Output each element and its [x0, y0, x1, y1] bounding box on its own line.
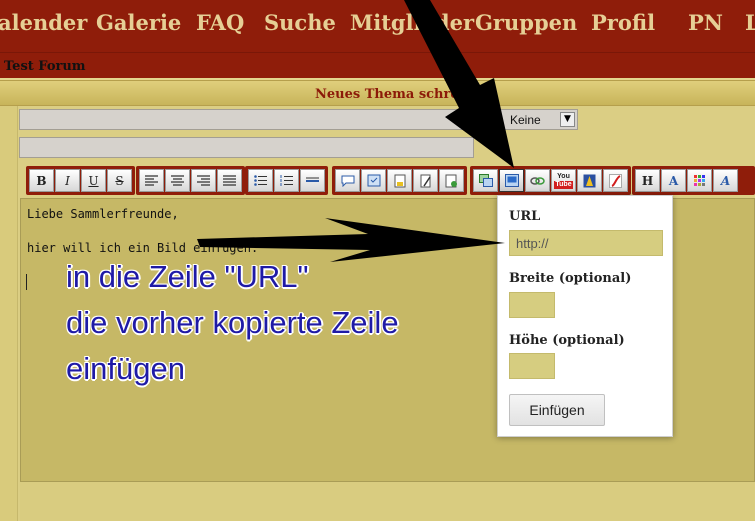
align-left-glyph — [145, 175, 158, 186]
main-navigation: alender Galerie FAQ Suche Mitglieder Gru… — [0, 0, 755, 52]
youtube-tube: Tube — [554, 180, 573, 189]
youtube-icon[interactable]: You Tube — [551, 169, 576, 192]
toolbar-list-group — [245, 166, 328, 195]
height-input[interactable] — [509, 353, 555, 379]
toolbar-format-group: B I U S — [26, 166, 135, 195]
heading-icon[interactable]: H — [635, 169, 660, 192]
php-glyph — [394, 174, 405, 187]
nav-gruppen[interactable]: Gruppen — [475, 10, 577, 35]
toolbar-align-group — [136, 166, 245, 195]
nav-pn[interactable]: PN — [688, 10, 723, 35]
text-caret — [26, 274, 27, 290]
align-right-glyph — [197, 175, 210, 186]
code-glyph — [367, 174, 380, 187]
horizontal-rule-icon[interactable] — [300, 169, 325, 192]
width-label: Breite (optional) — [509, 271, 632, 286]
user-glyph — [583, 174, 596, 187]
insert-image-dialog: URL http:// Breite (optional) Höhe (opti… — [497, 195, 673, 437]
link-icon[interactable] — [525, 169, 550, 192]
quote-glyph — [341, 175, 354, 187]
color-icon[interactable] — [687, 169, 712, 192]
width-input[interactable] — [509, 292, 555, 318]
color-glyph — [694, 175, 705, 186]
nav-profil[interactable]: Profil — [591, 10, 655, 35]
flash-icon[interactable] — [603, 169, 628, 192]
prefix-select[interactable]: Keine ▼ — [19, 109, 578, 130]
annotation-line: in die Zeile "URL" — [66, 259, 309, 294]
quote-icon[interactable] — [335, 169, 360, 192]
bullet-list-icon[interactable] — [248, 169, 273, 192]
left-column — [0, 106, 18, 521]
php-icon[interactable] — [387, 169, 412, 192]
numbered-list-glyph — [280, 175, 293, 186]
image-icon[interactable] — [499, 169, 524, 192]
title-input[interactable] — [19, 137, 474, 158]
bold-label: B — [36, 173, 47, 188]
nav-logout[interactable]: L — [745, 10, 755, 35]
image-gallery-glyph — [478, 174, 493, 187]
page-title: Neues Thema schreiben — [315, 87, 491, 102]
link-glyph — [530, 176, 545, 185]
insert-icon[interactable] — [439, 169, 464, 192]
toolbar-media-group: You Tube — [470, 166, 631, 195]
flash-glyph — [609, 173, 622, 188]
editor-footer — [20, 482, 755, 521]
edit-icon[interactable] — [413, 169, 438, 192]
code-icon[interactable] — [361, 169, 386, 192]
font-family-icon[interactable]: A — [713, 169, 738, 192]
align-center-icon[interactable] — [165, 169, 190, 192]
italic-icon[interactable]: I — [55, 169, 80, 192]
url-label: URL — [509, 209, 541, 224]
align-justify-glyph — [223, 175, 236, 186]
breadcrumb: Test Forum — [0, 52, 755, 78]
youtube-you: You — [557, 172, 570, 180]
image-glyph — [504, 174, 519, 187]
align-right-icon[interactable] — [191, 169, 216, 192]
italic-label: I — [65, 173, 70, 188]
strike-label: S — [115, 173, 124, 188]
nav-kalender[interactable]: alender — [0, 10, 87, 35]
annotation-line: einfügen — [66, 351, 185, 386]
prefix-select-value: Keine — [510, 113, 541, 127]
align-left-icon[interactable] — [139, 169, 164, 192]
annotation-line: die vorher kopierte Zeile — [66, 305, 399, 340]
font-size-icon[interactable]: A — [661, 169, 686, 192]
url-input[interactable]: http:// — [509, 230, 663, 256]
underline-label: U — [88, 173, 99, 188]
nav-suche[interactable]: Suche — [264, 10, 336, 35]
toolbar-insert-group — [332, 166, 467, 195]
align-justify-icon[interactable] — [217, 169, 242, 192]
toolbar-font-group: H A A — [632, 166, 755, 195]
underline-icon[interactable]: U — [81, 169, 106, 192]
image-gallery-icon[interactable] — [473, 169, 498, 192]
nav-mitglieder[interactable]: Mitglieder — [350, 10, 474, 35]
nav-galerie[interactable]: Galerie — [96, 10, 181, 35]
breadcrumb-forum-link[interactable]: Test Forum — [4, 59, 86, 74]
align-center-glyph — [171, 175, 184, 186]
bullet-list-glyph — [254, 175, 267, 186]
strikethrough-icon[interactable]: S — [107, 169, 132, 192]
editor-text-line: Liebe Sammlerfreunde, — [27, 207, 179, 221]
edit-glyph — [420, 174, 431, 187]
thread-header: Neues Thema schreiben — [0, 80, 755, 106]
chevron-down-icon[interactable]: ▼ — [560, 112, 575, 127]
insert-button[interactable]: Einfügen — [509, 394, 605, 426]
height-label: Höhe (optional) — [509, 333, 625, 348]
editor-text-line: hier will ich ein Bild einfügen: — [27, 241, 259, 255]
numbered-list-icon[interactable] — [274, 169, 299, 192]
horizontal-rule-glyph — [306, 177, 319, 182]
user-icon[interactable] — [577, 169, 602, 192]
nav-faq[interactable]: FAQ — [196, 10, 244, 35]
heading-label: H — [641, 173, 654, 188]
insert-glyph — [445, 174, 457, 187]
bold-icon[interactable]: B — [29, 169, 54, 192]
